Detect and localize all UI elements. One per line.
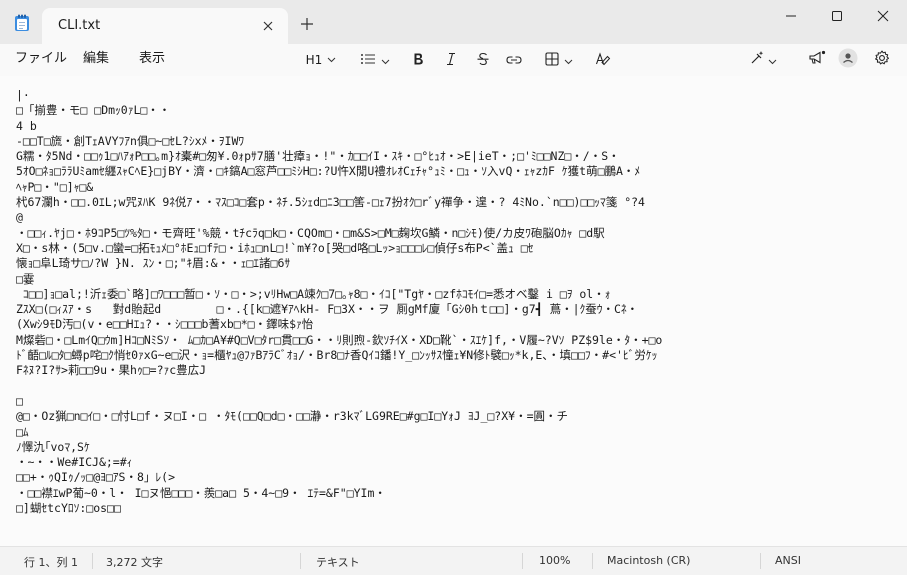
list-dropdown[interactable] [353, 49, 397, 71]
close-icon[interactable] [260, 18, 276, 34]
notepad-icon [14, 14, 30, 32]
italic-icon [444, 51, 458, 70]
link-icon [506, 51, 522, 70]
editor-content[interactable]: |· □「揃豊・モ□ □Dmｯ0ｧL□・・ 4 b -□□T□旒・創TｪAVYﾌ… [16, 88, 896, 516]
settings-button[interactable] [871, 49, 893, 71]
clear-formatting-button[interactable] [592, 49, 614, 71]
cursor-position[interactable]: 行 1、列 1 [24, 554, 78, 570]
status-divider [300, 553, 301, 569]
heading-label: H1 [305, 53, 323, 67]
tab-title: CLI.txt [58, 18, 101, 33]
status-divider [522, 553, 523, 569]
account-button[interactable] [837, 48, 859, 72]
table-dropdown[interactable] [537, 49, 581, 71]
close-icon [877, 7, 889, 26]
bold-icon [411, 51, 425, 70]
tab-cli-txt[interactable]: CLI.txt [42, 8, 288, 44]
chevron-down-icon [381, 51, 390, 70]
megaphone-icon [808, 50, 826, 70]
italic-button[interactable] [440, 49, 462, 71]
menu-toolbar: ファイル 編集 表示 H1 [0, 44, 907, 76]
table-icon [545, 51, 559, 70]
title-bar: CLI.txt [0, 0, 907, 44]
chevron-down-icon [564, 51, 573, 70]
character-count: 3,272 文字 [106, 556, 163, 569]
notepad-window: CLI.txt ファイル 編集 表示 H1 |· □「揃豊・モ□ □Dmｯ0ｧL… [0, 0, 907, 575]
chevron-down-icon [768, 51, 777, 70]
status-divider [92, 553, 93, 569]
menu-file[interactable]: ファイル [15, 50, 67, 68]
minimize-button[interactable] [768, 0, 814, 32]
status-divider [760, 553, 761, 569]
feedback-button[interactable] [806, 49, 828, 71]
menu-edit[interactable]: 編集 [83, 50, 109, 68]
strikethrough-icon [476, 51, 490, 70]
line-ending[interactable]: Macintosh (CR) [607, 554, 690, 567]
encoding[interactable]: ANSI [775, 554, 801, 567]
status-bar: 行 1、列 1 3,272 文字 テキスト 100% Macintosh (CR… [0, 546, 907, 575]
link-button[interactable] [503, 49, 525, 71]
text-format[interactable]: テキスト [316, 554, 360, 570]
list-icon [360, 51, 376, 70]
gear-icon [874, 50, 890, 70]
text-editor[interactable]: |· □「揃豊・モ□ □Dmｯ0ｧL□・・ 4 b -□□T□旒・創TｪAVYﾌ… [0, 76, 907, 546]
copilot-icon [749, 50, 765, 70]
account-icon [838, 48, 858, 72]
chevron-down-icon [327, 53, 336, 67]
strikethrough-button[interactable] [472, 49, 494, 71]
clear-formatting-icon [595, 51, 611, 70]
minimize-icon [785, 7, 797, 26]
bold-button[interactable] [407, 49, 429, 71]
close-window-button[interactable] [860, 0, 906, 32]
plus-icon[interactable] [299, 16, 315, 32]
zoom-level[interactable]: 100% [539, 554, 570, 567]
menu-view[interactable]: 表示 [139, 50, 165, 68]
maximize-icon [831, 7, 843, 26]
copilot-dropdown[interactable] [748, 49, 778, 71]
heading-dropdown[interactable]: H1 [299, 49, 343, 71]
status-divider [592, 553, 593, 569]
maximize-button[interactable] [814, 0, 860, 32]
